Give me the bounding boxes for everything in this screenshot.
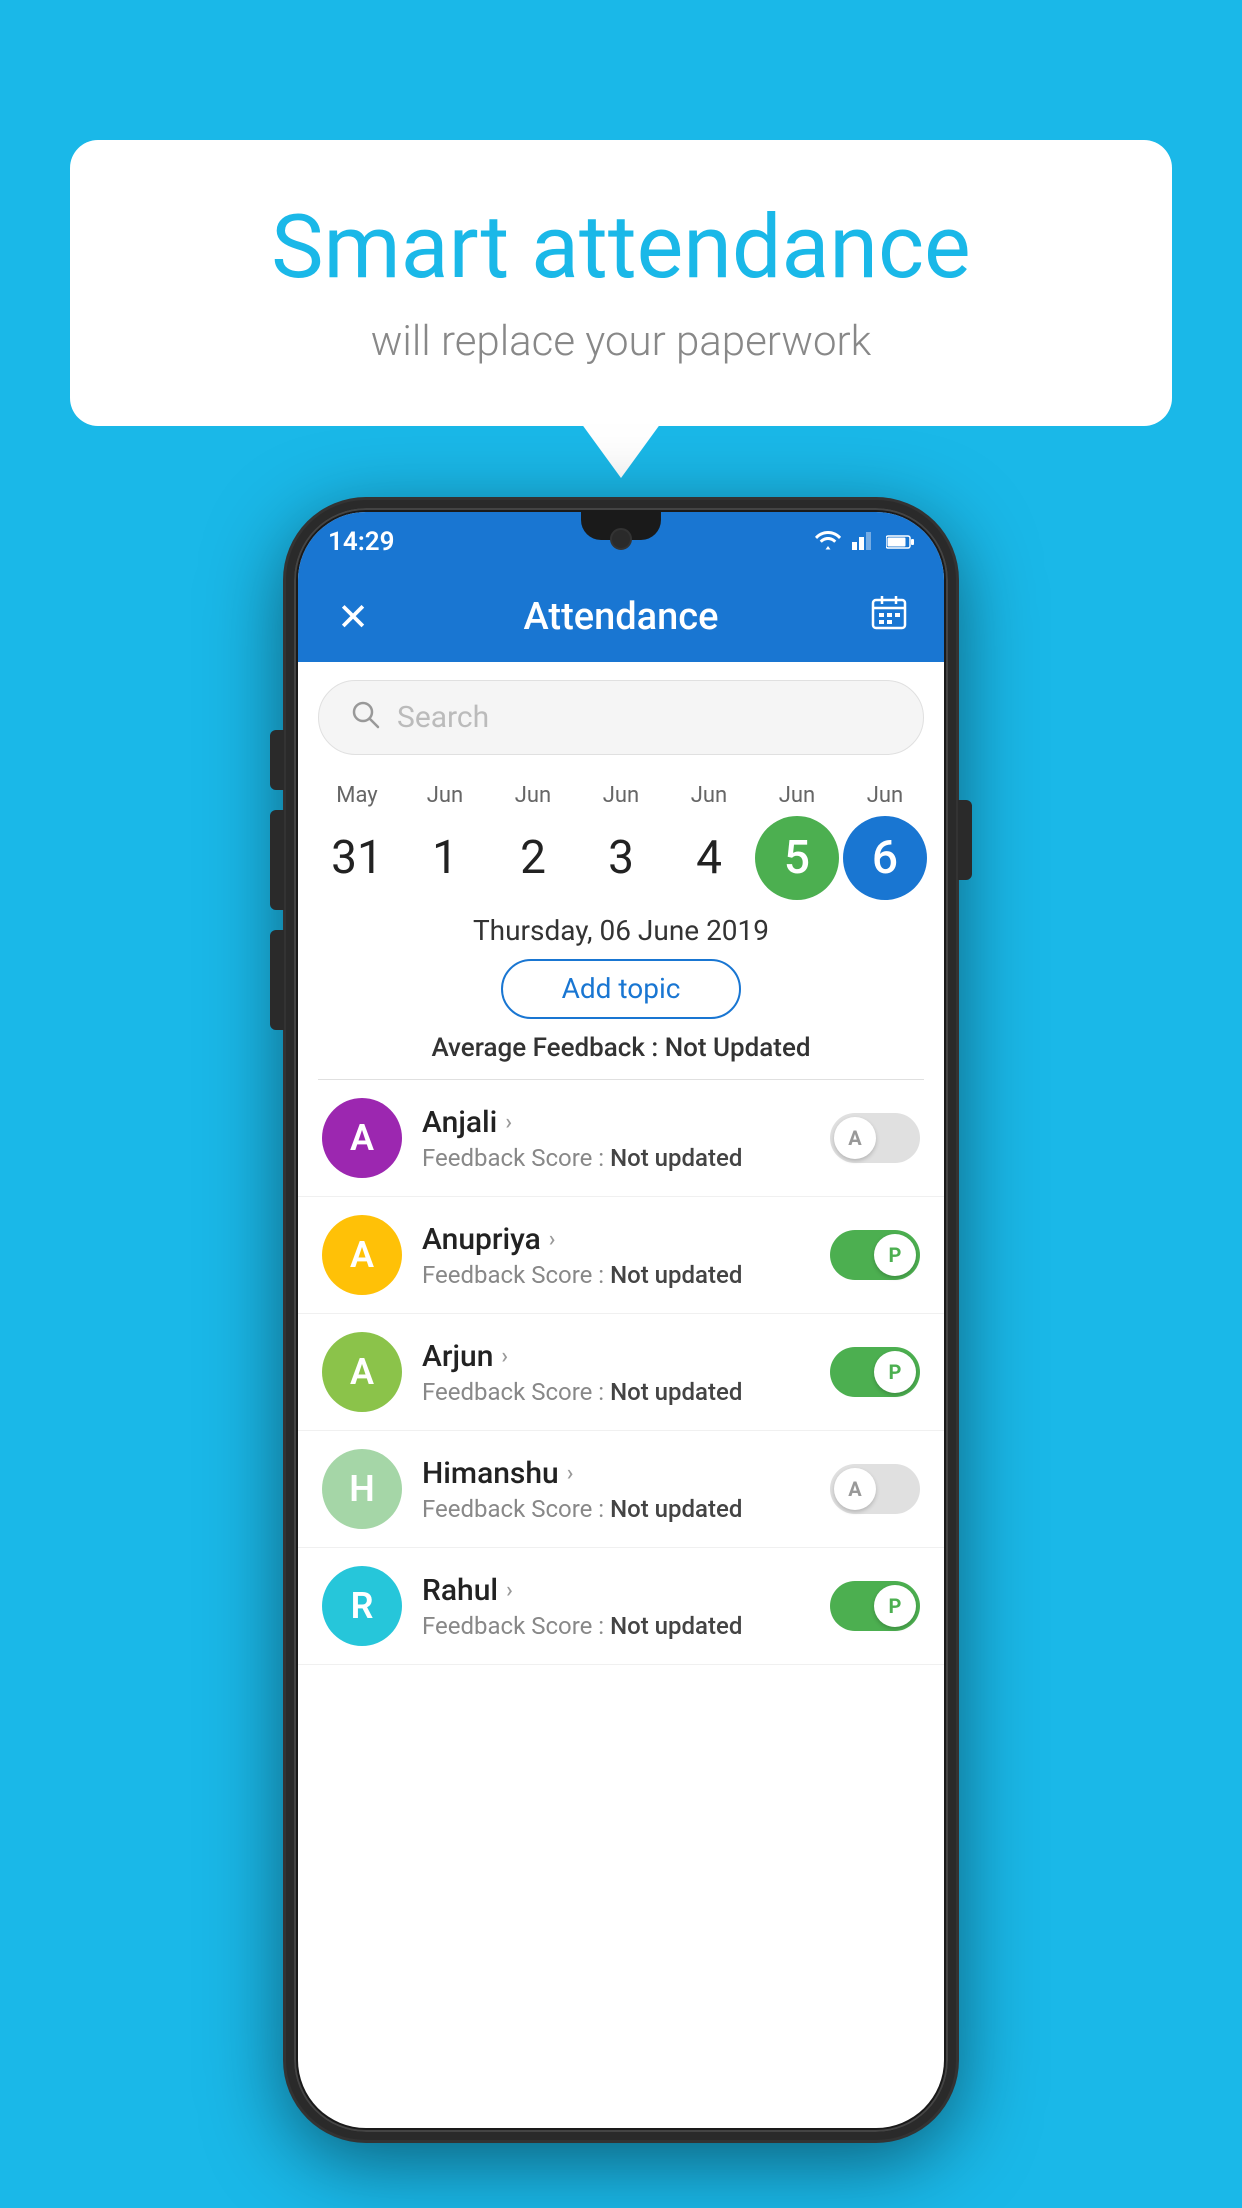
month-cell: Jun [843,783,927,808]
attendance-toggle[interactable]: A [830,1113,920,1163]
feedback-score: Feedback Score : Not updated [422,1144,810,1172]
avatar: A [322,1098,402,1178]
phone-screen: 14:29 [298,512,944,2128]
student-info: Rahul › Feedback Score : Not updated [422,1573,810,1640]
attendance-toggle[interactable]: P [830,1230,920,1280]
student-list: A Anjali › Feedback Score : Not updated … [298,1080,944,1665]
month-cell: Jun [755,783,839,808]
phone-notch [581,510,661,540]
wifi-icon [814,528,842,556]
status-time: 14:29 [328,527,395,557]
day-cell[interactable]: 6 [843,816,927,900]
bubble-title: Smart attendance [150,200,1092,297]
student-name[interactable]: Arjun › [422,1339,810,1374]
avatar: H [322,1449,402,1529]
close-button[interactable]: ✕ [328,595,378,640]
background: Smart attendance will replace your paper… [0,0,1242,2208]
battery-icon [886,527,914,557]
student-info: Arjun › Feedback Score : Not updated [422,1339,810,1406]
month-row: MayJunJunJunJunJunJun [313,783,929,808]
feedback-score: Feedback Score : Not updated [422,1261,810,1289]
student-item: A Anjali › Feedback Score : Not updated … [298,1080,944,1197]
avatar: R [322,1566,402,1646]
avatar: A [322,1215,402,1295]
add-topic-button[interactable]: Add topic [501,959,741,1019]
day-cell[interactable]: 31 [315,816,399,900]
day-row: 31123456 [313,816,929,900]
selected-date: Thursday, 06 June 2019 [298,914,944,947]
day-cell[interactable]: 2 [491,816,575,900]
feedback-score: Feedback Score : Not updated [422,1495,810,1523]
month-cell: May [315,783,399,808]
day-cell[interactable]: 5 [755,816,839,900]
student-name[interactable]: Rahul › [422,1573,810,1608]
day-cell[interactable]: 3 [579,816,663,900]
student-name[interactable]: Anupriya › [422,1222,810,1257]
side-button-right [958,800,972,880]
app-bar: ✕ Attendance [298,572,944,662]
feedback-score: Feedback Score : Not updated [422,1378,810,1406]
student-item: A Anupriya › Feedback Score : Not update… [298,1197,944,1314]
side-button-left-top [270,730,284,790]
month-cell: Jun [403,783,487,808]
month-cell: Jun [667,783,751,808]
search-bar[interactable]: Search [318,680,924,755]
search-placeholder: Search [397,700,489,735]
student-info: Anupriya › Feedback Score : Not updated [422,1222,810,1289]
side-button-left-mid [270,810,284,910]
attendance-toggle[interactable]: P [830,1581,920,1631]
avg-feedback-value: Not Updated [665,1033,811,1063]
calendar-section: MayJunJunJunJunJunJun 31123456 [298,773,944,900]
phone-wrapper: 14:29 [286,500,956,2140]
student-item: A Arjun › Feedback Score : Not updated P [298,1314,944,1431]
avatar: A [322,1332,402,1412]
signal-icon [852,527,876,557]
calendar-button[interactable] [864,593,914,641]
side-button-left-bot [270,930,284,1030]
student-info: Anjali › Feedback Score : Not updated [422,1105,810,1172]
month-cell: Jun [491,783,575,808]
month-cell: Jun [579,783,663,808]
day-cell[interactable]: 1 [403,816,487,900]
student-name[interactable]: Anjali › [422,1105,810,1140]
search-icon [349,698,381,738]
attendance-toggle[interactable]: P [830,1347,920,1397]
speech-bubble-container: Smart attendance will replace your paper… [70,140,1172,426]
speech-bubble: Smart attendance will replace your paper… [70,140,1172,426]
attendance-toggle[interactable]: A [830,1464,920,1514]
avg-feedback: Average Feedback : Not Updated [298,1033,944,1063]
avg-feedback-label: Average Feedback : [431,1033,658,1063]
phone-camera [610,528,632,550]
student-item: H Himanshu › Feedback Score : Not update… [298,1431,944,1548]
phone: 14:29 [286,500,956,2140]
student-name[interactable]: Himanshu › [422,1456,810,1491]
feedback-score: Feedback Score : Not updated [422,1612,810,1640]
student-info: Himanshu › Feedback Score : Not updated [422,1456,810,1523]
day-cell[interactable]: 4 [667,816,751,900]
student-item: R Rahul › Feedback Score : Not updated P [298,1548,944,1665]
bubble-subtitle: will replace your paperwork [150,317,1092,366]
status-icons [814,527,914,557]
app-bar-title: Attendance [378,595,864,639]
